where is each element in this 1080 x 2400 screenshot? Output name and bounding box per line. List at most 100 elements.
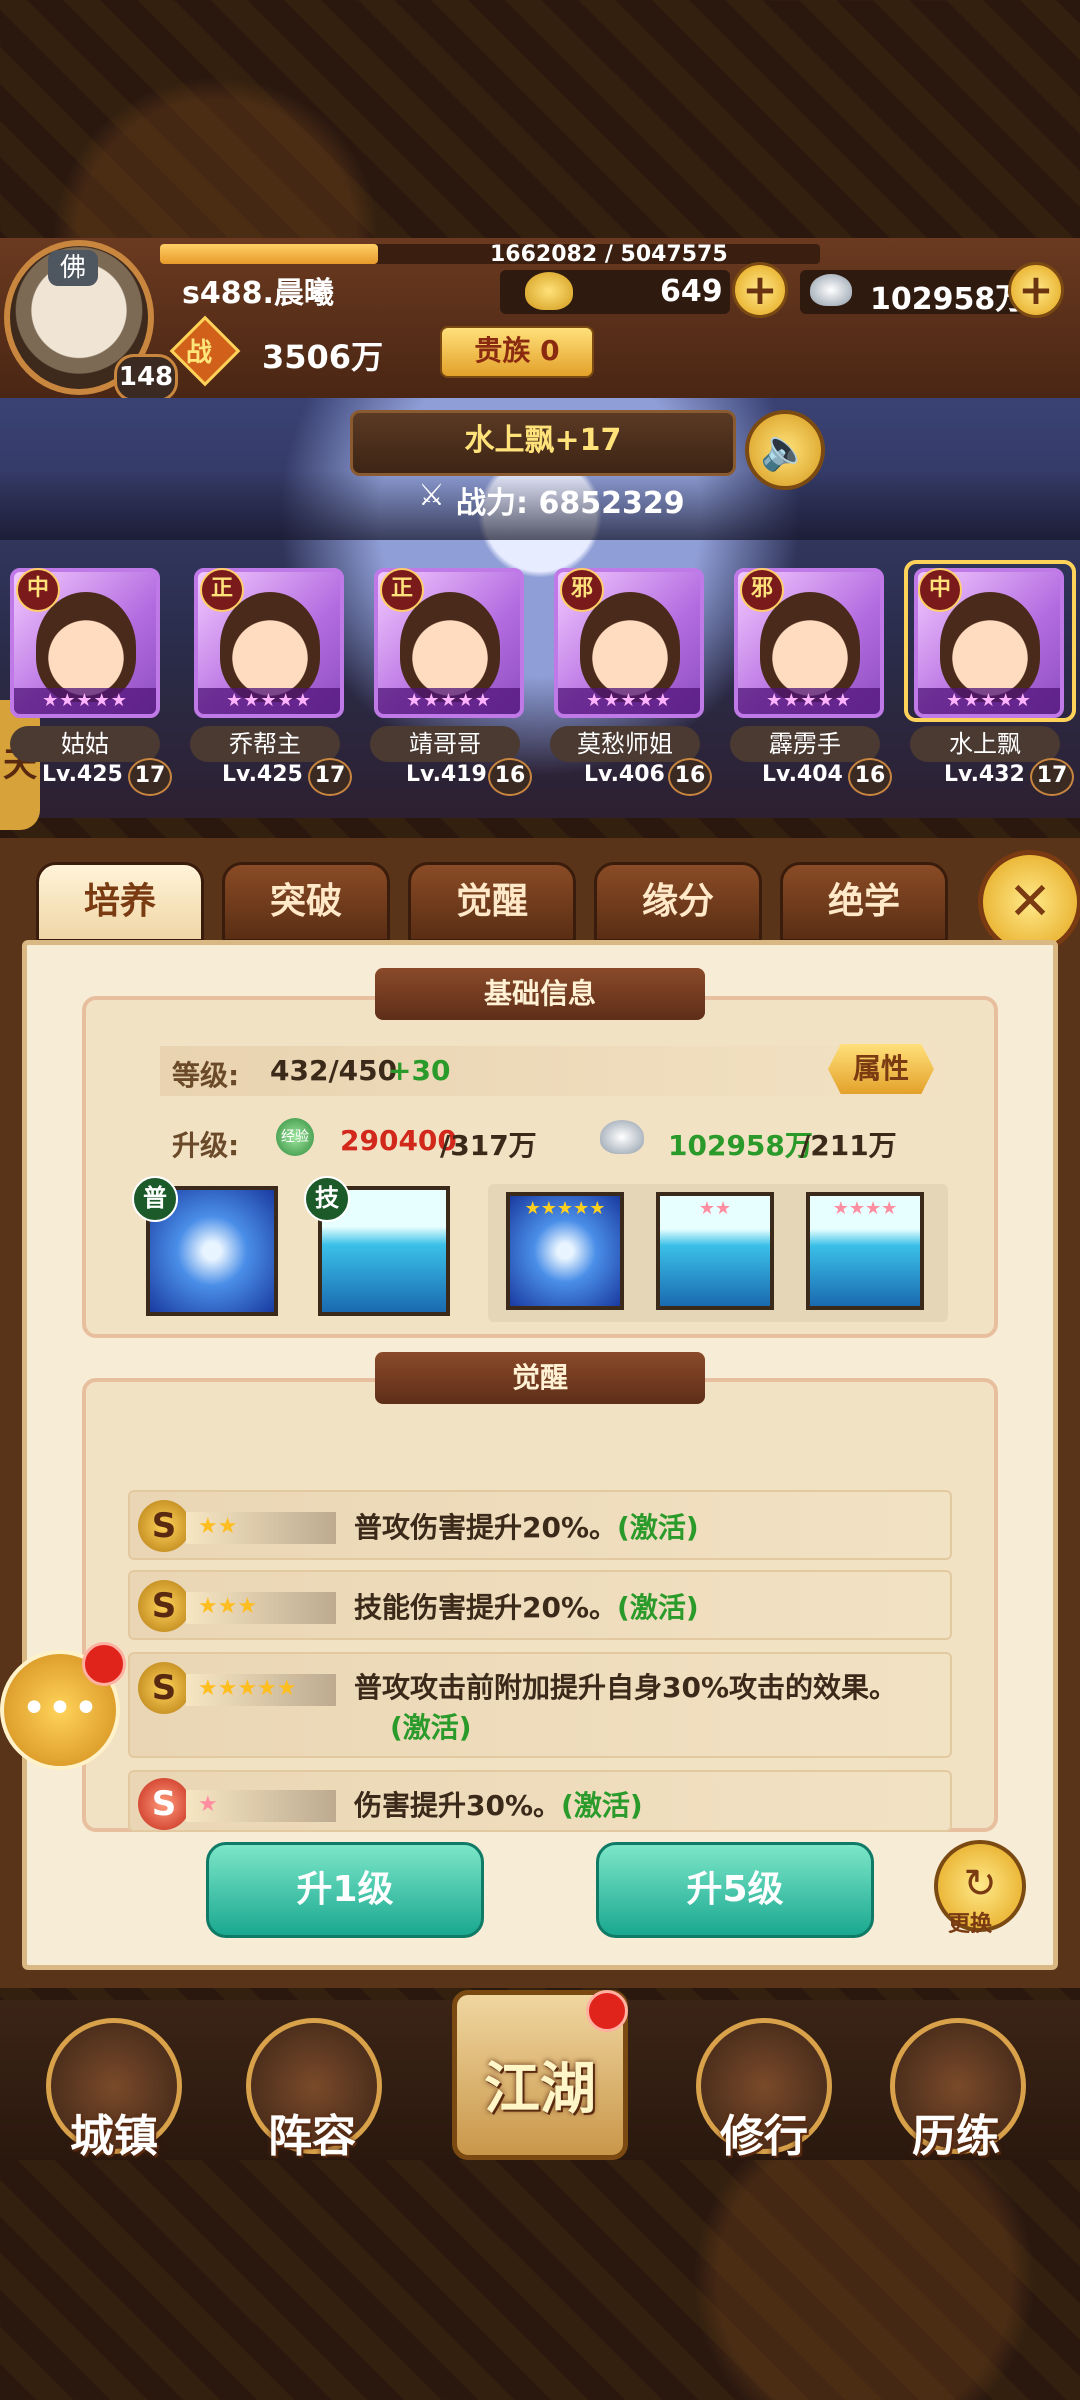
hero-portrait bbox=[220, 592, 320, 702]
awaken-effect: 普攻伤害提升20%。(激活) bbox=[354, 1506, 699, 1546]
nav-training-label: 修行 bbox=[720, 2111, 808, 2162]
hero-name: 水上飘 bbox=[910, 726, 1060, 762]
player-name: s488.晨曦 bbox=[182, 276, 334, 311]
tab-awaken[interactable]: 觉醒 bbox=[408, 862, 576, 942]
skill-stars: ★★ bbox=[698, 1198, 732, 1219]
hero-grade-badge: 16 bbox=[668, 758, 712, 796]
silver-owned: 102958万 bbox=[668, 1129, 813, 1162]
hero-stars: ★★★★★ bbox=[738, 688, 880, 714]
basic-info-title: 基础信息 bbox=[375, 968, 705, 1020]
hero-name: 莫愁师姐 bbox=[550, 726, 700, 762]
hero-level: Lv.425 bbox=[42, 762, 123, 787]
nav-lineup-label: 阵容 bbox=[268, 2111, 356, 2162]
hero-name: 乔帮主 bbox=[190, 726, 340, 762]
hero-grade-badge: 16 bbox=[488, 758, 532, 796]
hero-alignment-badge: 邪 bbox=[740, 568, 784, 612]
exp-bar-fill bbox=[160, 244, 378, 264]
normal-skill-tag: 普 bbox=[132, 1176, 178, 1222]
silver-value: 102958万 bbox=[870, 282, 1026, 317]
hero-alignment-badge: 正 bbox=[380, 568, 424, 612]
level-label: 等级: bbox=[172, 1059, 240, 1092]
silver-ingot-icon bbox=[600, 1120, 644, 1154]
hero-portrait bbox=[760, 592, 860, 702]
hero-power: 战力: 6852329 bbox=[456, 478, 685, 522]
selected-hero-title: 水上飘+17 bbox=[350, 410, 736, 476]
hero-alignment-badge: 中 bbox=[16, 568, 60, 612]
hero-alignment-badge: 邪 bbox=[560, 568, 604, 612]
hero-level: Lv.425 bbox=[222, 762, 303, 787]
battle-power-glyph: 战 bbox=[186, 338, 213, 368]
hero-stars: ★★★★★ bbox=[378, 688, 520, 714]
gold-ingot-icon bbox=[525, 272, 573, 310]
gold-value: 649 bbox=[660, 274, 723, 309]
hero-portrait bbox=[36, 592, 136, 702]
nav-town-label: 城镇 bbox=[70, 2111, 158, 2162]
exp-text: 1662082 / 5047575 bbox=[490, 242, 728, 267]
tab-cultivate[interactable]: 培养 bbox=[36, 862, 204, 942]
add-gold-button[interactable]: + bbox=[732, 262, 788, 318]
hero-level: Lv.406 bbox=[584, 762, 665, 787]
nav-trials-label: 历练 bbox=[912, 2111, 1000, 2162]
tab-fate[interactable]: 缘分 bbox=[594, 862, 762, 942]
hero-stars: ★★★★★ bbox=[198, 688, 340, 714]
hero-alignment-badge: 中 bbox=[918, 568, 962, 612]
hero-stars: ★★★★★ bbox=[558, 688, 700, 714]
attributes-button[interactable]: 属性 bbox=[828, 1044, 934, 1094]
hero-name: 霹雳手 bbox=[730, 726, 880, 762]
hero-alignment-badge: 正 bbox=[200, 568, 244, 612]
silver-required: /211万 bbox=[800, 1129, 897, 1162]
level-value: 432/450 bbox=[270, 1054, 398, 1087]
awaken-title: 觉醒 bbox=[375, 1352, 705, 1404]
awaken-effect-text: 普攻伤害提升20%。 bbox=[354, 1511, 618, 1544]
level-bonus: +30 bbox=[388, 1054, 451, 1087]
player-level-badge: 148 bbox=[114, 354, 178, 402]
hero-level: Lv.419 bbox=[406, 762, 487, 787]
awaken-s-icon: S bbox=[138, 1662, 190, 1714]
total-power: 3506万 bbox=[262, 338, 384, 376]
awaken-s-icon: S bbox=[138, 1778, 190, 1830]
skill-stars: ★★★★ bbox=[832, 1198, 898, 1219]
awaken-effect: 普攻攻击前附加提升自身30%攻击的效果。 (激活) bbox=[354, 1668, 934, 1748]
avatar-badge: 佛 bbox=[48, 250, 98, 286]
skill-stars: ★★★★★ bbox=[524, 1198, 606, 1219]
hero-grade-badge: 16 bbox=[848, 758, 892, 796]
hero-portrait bbox=[400, 592, 500, 702]
swap-label: 更换 bbox=[948, 1912, 993, 1937]
awaken-effect: 技能伤害提升20%。(激活) bbox=[354, 1586, 699, 1626]
hero-level: Lv.404 bbox=[762, 762, 843, 787]
nav-jianghu-label: 江湖 bbox=[484, 2057, 596, 2122]
awaken-effect: 伤害提升30%。(激活) bbox=[354, 1784, 643, 1824]
tab-breakthrough[interactable]: 突破 bbox=[222, 862, 390, 942]
hero-stars: ★★★★★ bbox=[14, 688, 156, 714]
awaken-status: (激活) bbox=[617, 1511, 699, 1544]
hero-name: 靖哥哥 bbox=[370, 726, 520, 762]
hero-grade-badge: 17 bbox=[1030, 758, 1074, 796]
silver-ingot-icon bbox=[810, 274, 852, 306]
chat-notification-dot bbox=[82, 1642, 126, 1686]
awaken-status: (激活) bbox=[617, 1591, 699, 1624]
hero-grade-badge: 17 bbox=[308, 758, 352, 796]
hero-power-label: 战力: bbox=[456, 486, 528, 521]
upgrade-label: 升级: bbox=[172, 1129, 240, 1162]
exp-required: /317万 bbox=[440, 1129, 537, 1162]
close-icon[interactable]: ✕ bbox=[978, 850, 1080, 954]
awaken-status: (激活) bbox=[561, 1789, 643, 1822]
noble-button[interactable]: 贵族 0 bbox=[440, 326, 594, 378]
awaken-status: (激活) bbox=[390, 1711, 472, 1744]
voice-button[interactable]: 🔈 bbox=[745, 410, 825, 490]
hero-grade-badge: 17 bbox=[128, 758, 172, 796]
awaken-effect-text: 伤害提升30%。 bbox=[354, 1789, 562, 1822]
add-silver-button[interactable]: + bbox=[1008, 262, 1064, 318]
special-skill-tag: 技 bbox=[304, 1176, 350, 1222]
side-event-tab[interactable]: 天 bbox=[0, 700, 40, 830]
level-up-5-button[interactable]: 升5级 bbox=[596, 1842, 874, 1938]
hero-power-value: 6852329 bbox=[538, 486, 685, 521]
hero-level: Lv.432 bbox=[944, 762, 1025, 787]
exp-icon: 经验 bbox=[276, 1118, 314, 1156]
tab-unique-skill[interactable]: 绝学 bbox=[780, 862, 948, 942]
awaken-stars: ★★ bbox=[198, 1514, 238, 1539]
awaken-stars: ★ bbox=[198, 1792, 218, 1817]
level-up-1-button[interactable]: 升1级 bbox=[206, 1842, 484, 1938]
awaken-stars: ★★★ bbox=[198, 1594, 258, 1619]
awaken-effect-text: 技能伤害提升20%。 bbox=[354, 1591, 618, 1624]
